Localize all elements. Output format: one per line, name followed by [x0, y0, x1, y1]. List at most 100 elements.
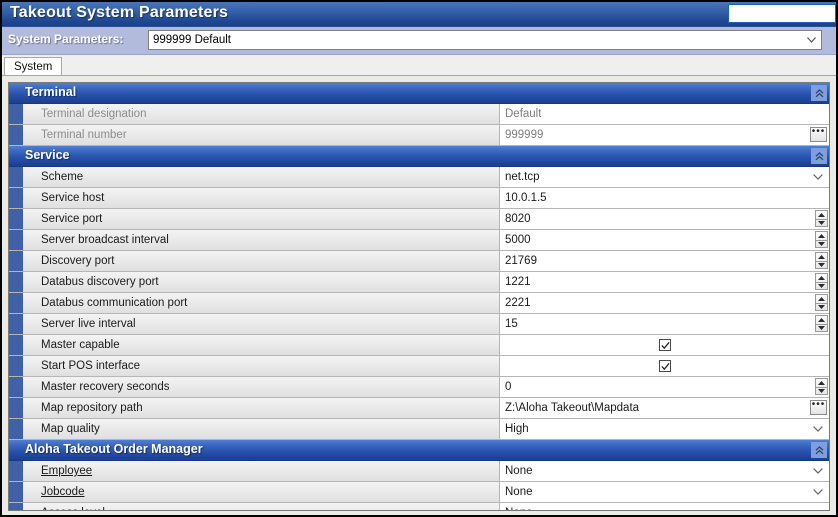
row-value-cell[interactable]: net.tcp: [501, 167, 829, 187]
row-value: 999999: [505, 129, 544, 141]
row-indicator: [9, 419, 23, 439]
spinner-down-button[interactable]: [816, 281, 827, 291]
spinner-control[interactable]: [815, 315, 828, 332]
row-value-cell[interactable]: 21769: [501, 251, 829, 271]
row-label-cell[interactable]: Jobcode: [23, 482, 500, 502]
row-label-cell: Terminal designation: [23, 104, 500, 124]
row-value-cell[interactable]: 10.0.1.5: [501, 188, 829, 208]
row-value-cell[interactable]: None: [501, 503, 829, 511]
spinner-control[interactable]: [815, 273, 828, 290]
spinner-control[interactable]: [815, 252, 828, 269]
chevron-down-icon[interactable]: [813, 174, 823, 180]
triangle-up-icon: [818, 296, 825, 301]
row-value-cell[interactable]: High: [501, 419, 829, 439]
row-value-cell: Default: [501, 104, 829, 124]
table-row: Access level None: [9, 503, 829, 511]
spinner-down-button[interactable]: [816, 239, 827, 249]
row-value-cell[interactable]: 8020: [501, 209, 829, 229]
spinner-down-button[interactable]: [816, 302, 827, 312]
spinner-up-button[interactable]: [816, 295, 827, 303]
spinner-up-button[interactable]: [816, 316, 827, 324]
row-label-cell: Databus communication port: [23, 293, 500, 313]
spinner-control[interactable]: [815, 294, 828, 311]
browse-ellipsis-button[interactable]: •••: [810, 400, 827, 415]
chevron-down-icon[interactable]: [813, 510, 823, 511]
spinner-down-button[interactable]: [816, 323, 827, 333]
row-value: 0: [505, 381, 512, 393]
row-indicator: [9, 314, 23, 334]
row-checkbox[interactable]: [659, 339, 671, 351]
row-label: Databus discovery port: [41, 276, 159, 288]
row-value-cell[interactable]: [501, 335, 829, 355]
table-row: Master recovery seconds 0: [9, 377, 829, 398]
table-row: Start POS interface: [9, 356, 829, 377]
row-indicator: [9, 293, 23, 313]
row-label: Server broadcast interval: [41, 234, 169, 246]
row-label[interactable]: Employee: [41, 465, 92, 477]
spinner-down-button[interactable]: [816, 386, 827, 396]
parameters-grid: Terminal Terminal designation Default Termi…: [9, 83, 829, 511]
row-checkbox[interactable]: [659, 360, 671, 372]
spinner-control[interactable]: [815, 210, 828, 227]
row-indicator: [9, 125, 23, 145]
row-label[interactable]: Access level: [41, 507, 105, 510]
row-indicator: [9, 104, 23, 124]
chevron-down-icon[interactable]: [813, 426, 823, 432]
row-label: Server live interval: [41, 318, 136, 330]
section-collapse-button[interactable]: [811, 442, 827, 458]
row-value-cell[interactable]: 2221: [501, 293, 829, 313]
row-label-cell[interactable]: Access level: [23, 503, 500, 510]
row-value-cell[interactable]: [501, 356, 829, 376]
section-header-order-manager[interactable]: Aloha Takeout Order Manager: [9, 440, 829, 461]
row-value: High: [505, 423, 529, 435]
spinner-control[interactable]: [815, 378, 828, 395]
row-value: 10.0.1.5: [505, 192, 547, 204]
spinner-up-button[interactable]: [816, 232, 827, 240]
table-row: Terminal designation Default: [9, 104, 829, 125]
system-parameters-value: 999999 Default: [153, 34, 232, 46]
title-bar-blank-field[interactable]: [728, 4, 836, 23]
spinner-down-button[interactable]: [816, 218, 827, 228]
row-label-cell: Map quality: [23, 419, 500, 439]
triangle-up-icon: [818, 233, 825, 238]
chevron-down-icon[interactable]: [813, 468, 823, 474]
row-label-cell: Server broadcast interval: [23, 230, 500, 250]
triangle-up-icon: [818, 380, 825, 385]
row-value-cell[interactable]: 5000: [501, 230, 829, 250]
row-value: None: [505, 507, 533, 510]
row-label-cell: Master recovery seconds: [23, 377, 500, 397]
section-collapse-button[interactable]: [811, 148, 827, 164]
tab-system[interactable]: System: [4, 57, 63, 75]
row-value-cell[interactable]: None: [501, 461, 829, 481]
row-label[interactable]: Jobcode: [41, 486, 84, 498]
browse-ellipsis-button[interactable]: •••: [810, 127, 827, 142]
section-header-terminal[interactable]: Terminal: [9, 83, 829, 104]
row-indicator: [9, 503, 23, 510]
spinner-up-button[interactable]: [816, 379, 827, 387]
system-parameters-select[interactable]: 999999 Default: [148, 30, 822, 50]
row-value-cell[interactable]: None: [501, 482, 829, 502]
row-value-cell[interactable]: 1221: [501, 272, 829, 292]
takeout-system-parameters-window: Takeout System Parameters System Paramet…: [0, 0, 838, 517]
row-value-cell[interactable]: 0: [501, 377, 829, 397]
table-row: Service port 8020: [9, 209, 829, 230]
section-header-service[interactable]: Service: [9, 146, 829, 167]
spinner-control[interactable]: [815, 231, 828, 248]
row-label: Terminal designation: [41, 108, 147, 120]
section-collapse-button[interactable]: [811, 85, 827, 101]
row-value-cell[interactable]: Z:\Aloha Takeout\Mapdata •••: [501, 398, 829, 418]
spinner-up-button[interactable]: [816, 253, 827, 261]
spinner-up-button[interactable]: [816, 274, 827, 282]
row-label: Map quality: [41, 423, 100, 435]
triangle-up-icon: [818, 317, 825, 322]
chevron-down-icon[interactable]: [813, 489, 823, 495]
row-label-cell: Databus discovery port: [23, 272, 500, 292]
spinner-up-button[interactable]: [816, 211, 827, 219]
row-label-cell[interactable]: Employee: [23, 461, 500, 481]
triangle-down-icon: [818, 326, 825, 331]
row-label-cell: Start POS interface: [23, 356, 500, 376]
row-label: Start POS interface: [41, 360, 141, 372]
spinner-down-button[interactable]: [816, 260, 827, 270]
table-row: Discovery port 21769: [9, 251, 829, 272]
row-value-cell[interactable]: 15: [501, 314, 829, 334]
